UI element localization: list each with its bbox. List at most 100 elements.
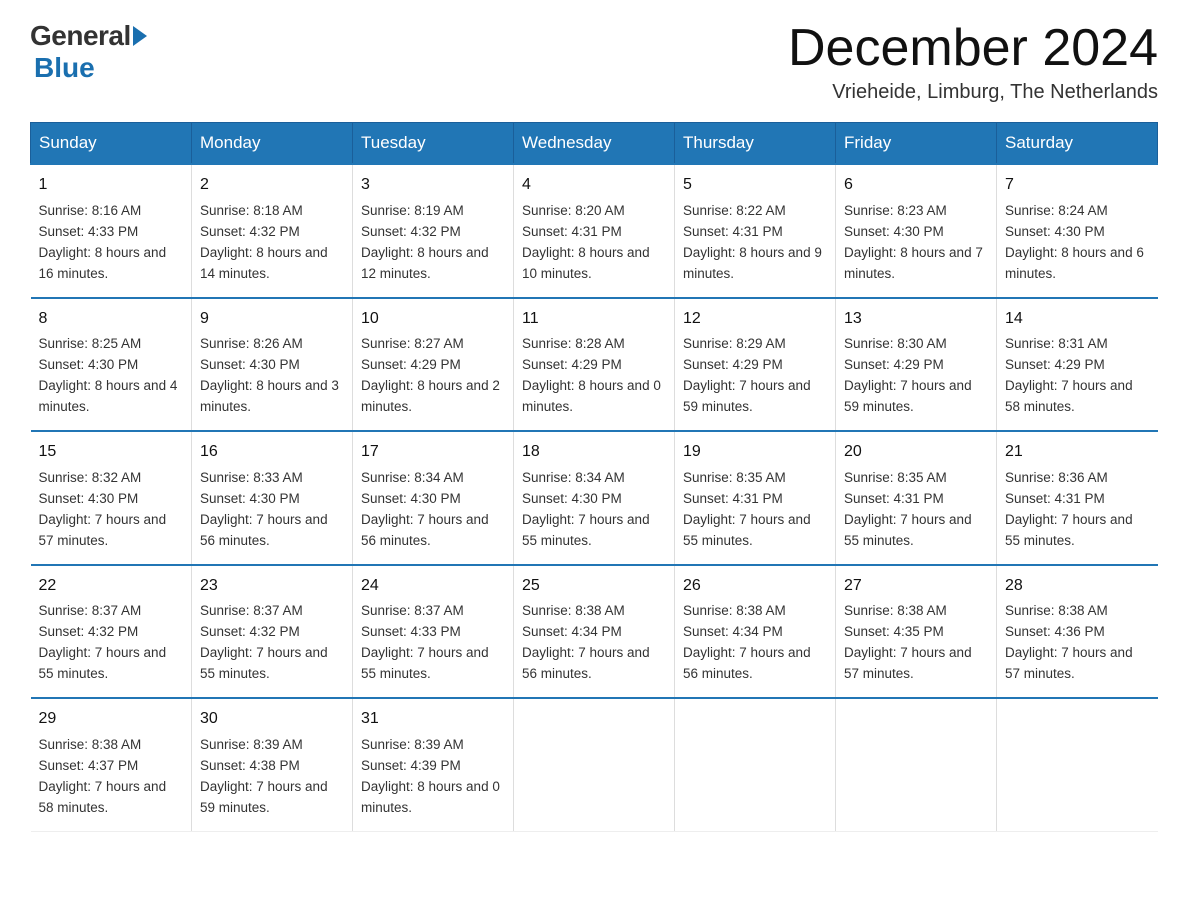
day-detail: Sunrise: 8:38 AMSunset: 4:34 PMDaylight:… bbox=[522, 603, 650, 681]
page-header: General Blue December 2024 Vrieheide, Li… bbox=[30, 20, 1158, 104]
day-number: 27 bbox=[844, 574, 988, 599]
calendar-cell: 2 Sunrise: 8:18 AMSunset: 4:32 PMDaylight… bbox=[192, 164, 353, 297]
day-number: 24 bbox=[361, 574, 505, 599]
day-number: 29 bbox=[39, 707, 184, 732]
logo-general-text: General bbox=[30, 20, 131, 52]
calendar-cell: 16Sunrise: 8:33 AMSunset: 4:30 PMDayligh… bbox=[192, 431, 353, 564]
day-detail: Sunrise: 8:32 AMSunset: 4:30 PMDaylight:… bbox=[39, 470, 167, 548]
calendar-cell: 12Sunrise: 8:29 AMSunset: 4:29 PMDayligh… bbox=[675, 298, 836, 431]
day-detail: Sunrise: 8:36 AMSunset: 4:31 PMDaylight:… bbox=[1005, 470, 1133, 548]
header-saturday: Saturday bbox=[997, 123, 1158, 165]
header-wednesday: Wednesday bbox=[514, 123, 675, 165]
day-detail: Sunrise: 8:38 AMSunset: 4:37 PMDaylight:… bbox=[39, 737, 167, 815]
day-detail: Sunrise: 8:37 AMSunset: 4:32 PMDaylight:… bbox=[39, 603, 167, 681]
day-detail: Sunrise: 8:34 AMSunset: 4:30 PMDaylight:… bbox=[522, 470, 650, 548]
logo-arrow-icon bbox=[133, 26, 147, 46]
calendar-cell bbox=[514, 698, 675, 831]
day-detail: Sunrise: 8:33 AMSunset: 4:30 PMDaylight:… bbox=[200, 470, 328, 548]
day-number: 1 bbox=[39, 173, 184, 198]
day-detail: Sunrise: 8:31 AMSunset: 4:29 PMDaylight:… bbox=[1005, 336, 1133, 414]
location-text: Vrieheide, Limburg, The Netherlands bbox=[788, 81, 1158, 104]
day-detail: Sunrise: 8:38 AMSunset: 4:35 PMDaylight:… bbox=[844, 603, 972, 681]
day-number: 21 bbox=[1005, 440, 1150, 465]
calendar-cell: 13Sunrise: 8:30 AMSunset: 4:29 PMDayligh… bbox=[836, 298, 997, 431]
day-detail: Sunrise: 8:35 AMSunset: 4:31 PMDaylight:… bbox=[844, 470, 972, 548]
day-detail: Sunrise: 8:37 AMSunset: 4:33 PMDaylight:… bbox=[361, 603, 489, 681]
calendar-cell: 5 Sunrise: 8:22 AMSunset: 4:31 PMDaylight… bbox=[675, 164, 836, 297]
day-number: 22 bbox=[39, 574, 184, 599]
day-number: 31 bbox=[361, 707, 505, 732]
day-detail: Sunrise: 8:20 AMSunset: 4:31 PMDaylight:… bbox=[522, 203, 650, 281]
calendar-cell: 19 Sunrise: 8:35 AMSunset: 4:31 PMDayligh… bbox=[675, 431, 836, 564]
calendar-cell: 26 Sunrise: 8:38 AMSunset: 4:34 PMDayligh… bbox=[675, 565, 836, 698]
day-number: 5 bbox=[683, 173, 827, 198]
day-detail: Sunrise: 8:24 AMSunset: 4:30 PMDaylight:… bbox=[1005, 203, 1144, 281]
calendar-cell: 25 Sunrise: 8:38 AMSunset: 4:34 PMDayligh… bbox=[514, 565, 675, 698]
day-number: 8 bbox=[39, 307, 184, 332]
calendar-cell: 11Sunrise: 8:28 AMSunset: 4:29 PMDayligh… bbox=[514, 298, 675, 431]
calendar-cell: 31 Sunrise: 8:39 AMSunset: 4:39 PMDayligh… bbox=[353, 698, 514, 831]
month-title: December 2024 bbox=[788, 20, 1158, 77]
calendar-cell: 22 Sunrise: 8:37 AMSunset: 4:32 PMDayligh… bbox=[31, 565, 192, 698]
header-monday: Monday bbox=[192, 123, 353, 165]
calendar-header-row: Sunday Monday Tuesday Wednesday Thursday… bbox=[31, 123, 1158, 165]
calendar-week-row: 29 Sunrise: 8:38 AMSunset: 4:37 PMDayligh… bbox=[31, 698, 1158, 831]
day-detail: Sunrise: 8:26 AMSunset: 4:30 PMDaylight:… bbox=[200, 336, 339, 414]
calendar-week-row: 8 Sunrise: 8:25 AMSunset: 4:30 PMDaylight… bbox=[31, 298, 1158, 431]
day-number: 25 bbox=[522, 574, 666, 599]
day-detail: Sunrise: 8:34 AMSunset: 4:30 PMDaylight:… bbox=[361, 470, 489, 548]
day-number: 2 bbox=[200, 173, 344, 198]
day-number: 26 bbox=[683, 574, 827, 599]
day-detail: Sunrise: 8:37 AMSunset: 4:32 PMDaylight:… bbox=[200, 603, 328, 681]
calendar-cell bbox=[997, 698, 1158, 831]
day-detail: Sunrise: 8:19 AMSunset: 4:32 PMDaylight:… bbox=[361, 203, 489, 281]
day-detail: Sunrise: 8:38 AMSunset: 4:34 PMDaylight:… bbox=[683, 603, 811, 681]
day-detail: Sunrise: 8:22 AMSunset: 4:31 PMDaylight:… bbox=[683, 203, 822, 281]
day-detail: Sunrise: 8:39 AMSunset: 4:39 PMDaylight:… bbox=[361, 737, 500, 815]
day-number: 7 bbox=[1005, 173, 1150, 198]
calendar-cell: 4 Sunrise: 8:20 AMSunset: 4:31 PMDaylight… bbox=[514, 164, 675, 297]
day-detail: Sunrise: 8:23 AMSunset: 4:30 PMDaylight:… bbox=[844, 203, 983, 281]
logo-blue-text: Blue bbox=[34, 52, 95, 84]
day-detail: Sunrise: 8:39 AMSunset: 4:38 PMDaylight:… bbox=[200, 737, 328, 815]
day-number: 4 bbox=[522, 173, 666, 198]
day-number: 15 bbox=[39, 440, 184, 465]
day-detail: Sunrise: 8:25 AMSunset: 4:30 PMDaylight:… bbox=[39, 336, 178, 414]
day-number: 23 bbox=[200, 574, 344, 599]
header-thursday: Thursday bbox=[675, 123, 836, 165]
day-number: 6 bbox=[844, 173, 988, 198]
day-detail: Sunrise: 8:29 AMSunset: 4:29 PMDaylight:… bbox=[683, 336, 811, 414]
day-detail: Sunrise: 8:18 AMSunset: 4:32 PMDaylight:… bbox=[200, 203, 328, 281]
day-number: 11 bbox=[522, 307, 666, 332]
title-section: December 2024 Vrieheide, Limburg, The Ne… bbox=[788, 20, 1158, 104]
calendar-cell: 21 Sunrise: 8:36 AMSunset: 4:31 PMDayligh… bbox=[997, 431, 1158, 564]
calendar-cell: 1Sunrise: 8:16 AMSunset: 4:33 PMDaylight… bbox=[31, 164, 192, 297]
calendar-cell: 3 Sunrise: 8:19 AMSunset: 4:32 PMDaylight… bbox=[353, 164, 514, 297]
header-tuesday: Tuesday bbox=[353, 123, 514, 165]
day-number: 19 bbox=[683, 440, 827, 465]
day-number: 18 bbox=[522, 440, 666, 465]
day-detail: Sunrise: 8:30 AMSunset: 4:29 PMDaylight:… bbox=[844, 336, 972, 414]
logo: General Blue bbox=[30, 20, 147, 84]
calendar-cell: 6 Sunrise: 8:23 AMSunset: 4:30 PMDaylight… bbox=[836, 164, 997, 297]
calendar-week-row: 22 Sunrise: 8:37 AMSunset: 4:32 PMDayligh… bbox=[31, 565, 1158, 698]
header-friday: Friday bbox=[836, 123, 997, 165]
calendar-cell: 27 Sunrise: 8:38 AMSunset: 4:35 PMDayligh… bbox=[836, 565, 997, 698]
calendar-cell: 20Sunrise: 8:35 AMSunset: 4:31 PMDayligh… bbox=[836, 431, 997, 564]
day-detail: Sunrise: 8:38 AMSunset: 4:36 PMDaylight:… bbox=[1005, 603, 1133, 681]
day-number: 3 bbox=[361, 173, 505, 198]
calendar-cell: 28Sunrise: 8:38 AMSunset: 4:36 PMDayligh… bbox=[997, 565, 1158, 698]
day-number: 17 bbox=[361, 440, 505, 465]
calendar-cell: 10Sunrise: 8:27 AMSunset: 4:29 PMDayligh… bbox=[353, 298, 514, 431]
day-number: 9 bbox=[200, 307, 344, 332]
calendar-cell: 15 Sunrise: 8:32 AMSunset: 4:30 PMDayligh… bbox=[31, 431, 192, 564]
day-detail: Sunrise: 8:35 AMSunset: 4:31 PMDaylight:… bbox=[683, 470, 811, 548]
calendar-cell: 18 Sunrise: 8:34 AMSunset: 4:30 PMDayligh… bbox=[514, 431, 675, 564]
calendar-week-row: 15 Sunrise: 8:32 AMSunset: 4:30 PMDayligh… bbox=[31, 431, 1158, 564]
day-number: 30 bbox=[200, 707, 344, 732]
calendar-table: Sunday Monday Tuesday Wednesday Thursday… bbox=[30, 122, 1158, 831]
calendar-cell: 8 Sunrise: 8:25 AMSunset: 4:30 PMDaylight… bbox=[31, 298, 192, 431]
calendar-cell: 24 Sunrise: 8:37 AMSunset: 4:33 PMDayligh… bbox=[353, 565, 514, 698]
calendar-cell: 17 Sunrise: 8:34 AMSunset: 4:30 PMDayligh… bbox=[353, 431, 514, 564]
day-number: 14 bbox=[1005, 307, 1150, 332]
